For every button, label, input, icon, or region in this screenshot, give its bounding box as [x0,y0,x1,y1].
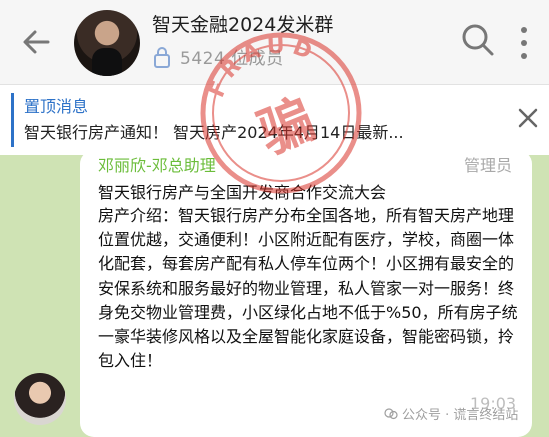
lock-icon [154,46,170,68]
close-icon[interactable] [516,106,540,130]
wechat-icon [384,407,398,419]
arrow-left-icon[interactable] [18,24,54,60]
pinned-label: 置顶消息 [24,97,89,116]
sender-avatar[interactable] [14,373,66,425]
message-body: 房产介绍：智天银行房产分布全国各地，所有智天房产地理位置优越，交通便利！小区附近… [98,206,518,371]
admin-badge: 管理员 [464,156,513,175]
pinned-text: 智天银行房产通知！ 智天房产2024年4月14日最新... [24,123,404,142]
pinned-message[interactable]: 置顶消息 智天银行房产通知！ 智天房产2024年4月14日最新... [0,85,549,155]
member-count-row[interactable]: 5424 位成员 [152,44,284,69]
group-title[interactable]: 智天金融2024发米群 [152,10,333,37]
watermark: 公众号 · 谎言终结站 [384,404,518,423]
search-icon[interactable] [460,22,496,58]
message-title: 智天银行房产与全国开发商合作交流大会 [98,183,387,202]
chat-header: 智天金融2024发米群 5424 位成员 [0,0,549,85]
pinned-accent-bar [11,93,14,147]
more-vertical-icon[interactable] [520,26,528,60]
member-count: 5424 位成员 [180,49,284,69]
group-avatar[interactable] [74,10,140,76]
sender-name[interactable]: 邓丽欣-邓总助理 [98,152,216,176]
watermark-text: 公众号 · 谎言终结站 [402,408,519,423]
